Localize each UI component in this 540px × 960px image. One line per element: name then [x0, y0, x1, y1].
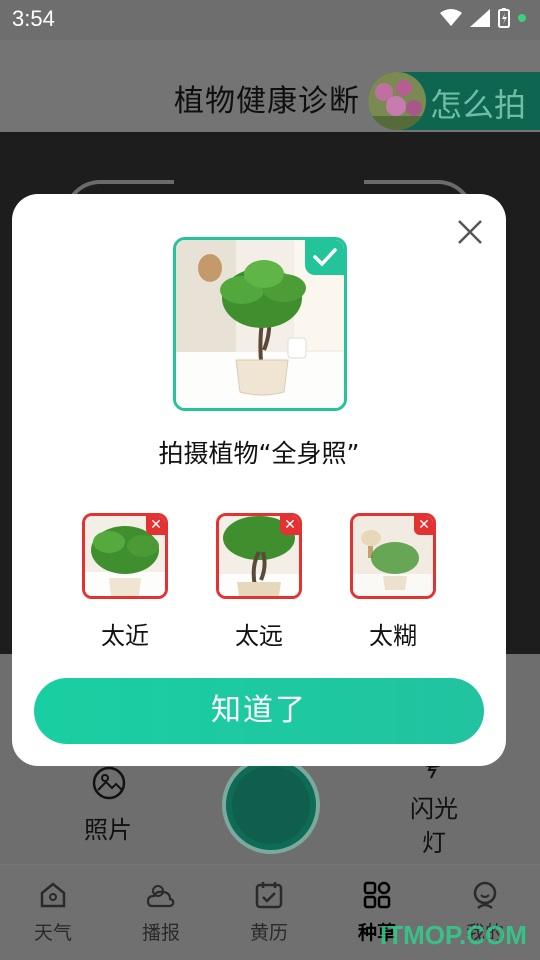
calendar-icon [255, 882, 283, 909]
tab-weather[interactable]: 天气 [18, 880, 88, 945]
x-badge: ✕ [414, 516, 433, 535]
howto-thumbnail [368, 72, 426, 130]
tab-almanac[interactable]: 黄历 [234, 880, 304, 945]
bad-example-too-close: ✕ [82, 513, 168, 599]
gallery-button[interactable] [84, 766, 134, 804]
example-label-too-blurry: 太糊 [369, 622, 417, 650]
grid-icon [363, 881, 391, 909]
shutter-button[interactable] [222, 756, 320, 854]
x-badge: ✕ [146, 516, 165, 535]
tab-label: 黄历 [249, 922, 288, 944]
gallery-label[interactable]: 照片 [84, 810, 132, 845]
tab-label: 播报 [141, 922, 180, 944]
example-label-too-close: 太近 [101, 622, 149, 650]
status-bar: 3:54 [0, 0, 540, 40]
howto-button[interactable]: 怎么拍 [368, 72, 540, 130]
status-icons [440, 8, 526, 28]
header: 植物健康诊断 怎么拍 [0, 40, 540, 132]
bad-example-too-far: ✕ [216, 513, 302, 599]
dialog-title: 拍摄植物“全身照” [158, 439, 360, 468]
battery-icon [498, 8, 510, 28]
page-title: 植物健康诊断 [174, 84, 360, 119]
tab-broadcast[interactable]: 播报 [126, 880, 196, 945]
profile-icon [473, 881, 497, 909]
check-icon [313, 248, 337, 267]
watermark: ITMOP.COM [380, 920, 527, 950]
shutter-inner [232, 766, 310, 844]
check-badge [305, 240, 344, 275]
signal-icon [470, 9, 490, 27]
tab-label: 天气 [33, 922, 72, 944]
flash-label[interactable]: 闪光灯 [410, 792, 458, 860]
howto-label: 怎么拍 [430, 86, 527, 124]
good-example-image [173, 237, 347, 411]
status-time: 3:54 [12, 6, 55, 31]
gallery-icon [92, 766, 126, 800]
close-icon[interactable] [456, 218, 484, 246]
weather-icon [146, 885, 175, 908]
notification-dot [518, 14, 526, 22]
example-label-too-far: 太远 [235, 622, 283, 650]
got-it-button[interactable]: 知道了 [34, 678, 484, 744]
x-badge: ✕ [280, 516, 299, 535]
home-icon [40, 882, 66, 908]
tips-dialog: 拍摄植物“全身照” ✕ ✕ ✕ 太近 太远 太糊 知道了 [12, 194, 506, 766]
wifi-icon [440, 9, 462, 26]
bad-example-too-blurry: ✕ [350, 513, 436, 599]
